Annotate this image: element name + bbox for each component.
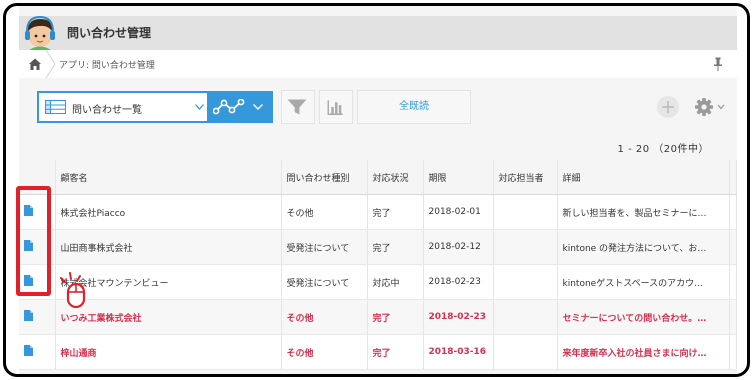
table-row[interactable]: 株式会社マウンテンビュー 受発注について 対応中 2018-02-23 kintoneゲ… [19,264,737,300]
settings-button[interactable] [693,96,727,118]
status-cell: 完了 [367,229,424,265]
extra-cell [729,299,737,335]
screenshot-frame: 問い合わせ管理 アプリ: 問い合わせ管理 問い合わせ一覧 全既読 1 - 20 … [3,3,750,377]
table-header-row: 顧客名 問い合わせ種別 対応状況 期限 対応担当者 詳細 [19,160,737,195]
column-header-customer[interactable]: 顧客名 [55,160,282,195]
type-cell: その他 [281,334,368,370]
plus-icon [662,101,674,113]
view-name: 問い合わせ一覧 [72,105,142,116]
customer-cell: 梓山通商 [55,334,282,370]
record-detail-link[interactable] [19,299,56,335]
assignee-cell [493,299,558,335]
detail-cell: kintoneゲストスペースのアカウ… [557,264,730,300]
graph-chevron-down-icon[interactable] [253,104,263,110]
status-cell: 完了 [367,194,424,230]
annotation-highlight-box [16,186,51,296]
toolbar: 問い合わせ一覧 全既読 1 - 20 （20件中） [19,78,737,158]
detail-cell: セミナーについての問い合わせ。… [557,299,730,335]
records-table: 顧客名 問い合わせ種別 対応状況 期限 対応担当者 詳細 株式会社Piacco そ… [19,160,737,370]
column-header-detail[interactable]: 詳細 [557,160,730,195]
chevron-down-icon [195,104,204,110]
due-cell: 2018-03-16 [423,334,494,370]
mark-all-read-button[interactable]: 全既読 [357,90,471,124]
filter-button[interactable] [281,90,315,124]
due-cell: 2018-02-23 [423,299,494,335]
customer-cell: 山田商事株式会社 [55,229,282,265]
status-cell: 完了 [367,299,424,335]
gear-icon [695,98,725,116]
assignee-cell [493,194,558,230]
list-icon [45,100,66,114]
pagination-info: 1 - 20 （20件中） [617,144,709,155]
detail-cell: 新しい担当者を、製品セミナーに… [557,194,730,230]
extra-cell [729,264,737,300]
view-dropdown[interactable]: 問い合わせ一覧 [39,93,207,121]
type-cell: その他 [281,194,368,230]
graph-icon[interactable] [213,99,247,115]
app-header: 問い合わせ管理 [19,16,737,50]
table-row[interactable]: 株式会社Piacco その他 完了 2018-02-01 新しい担当者を、製品セミナーに… [19,194,737,230]
breadcrumb-separator-icon [45,50,56,78]
due-cell: 2018-02-01 [423,194,494,230]
graph-button[interactable] [319,90,353,124]
home-icon[interactable] [28,57,42,71]
breadcrumb-app-link[interactable]: アプリ: 問い合わせ管理 [59,58,155,71]
filter-icon [287,99,307,115]
document-icon[interactable] [24,345,33,356]
click-indicator [60,272,86,308]
table-row[interactable]: 山田商事株式会社 受発注について 完了 2018-02-12 kintone の発注方法… [19,229,737,265]
due-cell: 2018-02-12 [423,229,494,265]
table-row[interactable]: 梓山通商 その他 完了 2018-03-16 来年度新卒入社の社員さまに向け… [19,334,737,370]
add-record-button[interactable] [657,96,679,118]
status-cell: 対応中 [367,264,424,300]
type-cell: 受発注について [281,264,368,300]
document-icon[interactable] [24,310,33,321]
type-cell: 受発注について [281,229,368,265]
extra-cell [729,334,737,370]
column-header-extra [729,160,737,195]
status-cell: 完了 [367,334,424,370]
app-title: 問い合わせ管理 [67,26,152,40]
pin-icon[interactable] [713,57,723,71]
view-selector[interactable]: 問い合わせ一覧 [37,91,273,123]
app-container: 問い合わせ管理 アプリ: 問い合わせ管理 問い合わせ一覧 全既読 1 - 20 … [19,6,737,374]
extra-cell [729,229,737,265]
due-cell: 2018-02-23 [423,264,494,300]
record-detail-link[interactable] [19,334,56,370]
detail-cell: kintone の発注方法について、お… [557,229,730,265]
avatar [25,16,55,50]
assignee-cell [493,334,558,370]
column-header-assignee[interactable]: 対応担当者 [493,160,558,195]
breadcrumb: アプリ: 問い合わせ管理 [19,50,737,79]
column-header-due[interactable]: 期限 [423,160,494,195]
column-header-type[interactable]: 問い合わせ種別 [281,160,368,195]
column-header-status[interactable]: 対応状況 [367,160,424,195]
table-row[interactable]: いつみ工業株式会社 その他 完了 2018-02-23 セミナーについての問い合わせ。… [19,299,737,335]
assignee-cell [493,229,558,265]
detail-cell: 来年度新卒入社の社員さまに向け… [557,334,730,370]
assignee-cell [493,264,558,300]
extra-cell [729,194,737,230]
bar-chart-icon [327,100,343,115]
type-cell: その他 [281,299,368,335]
customer-cell: 株式会社Piacco [55,194,282,230]
